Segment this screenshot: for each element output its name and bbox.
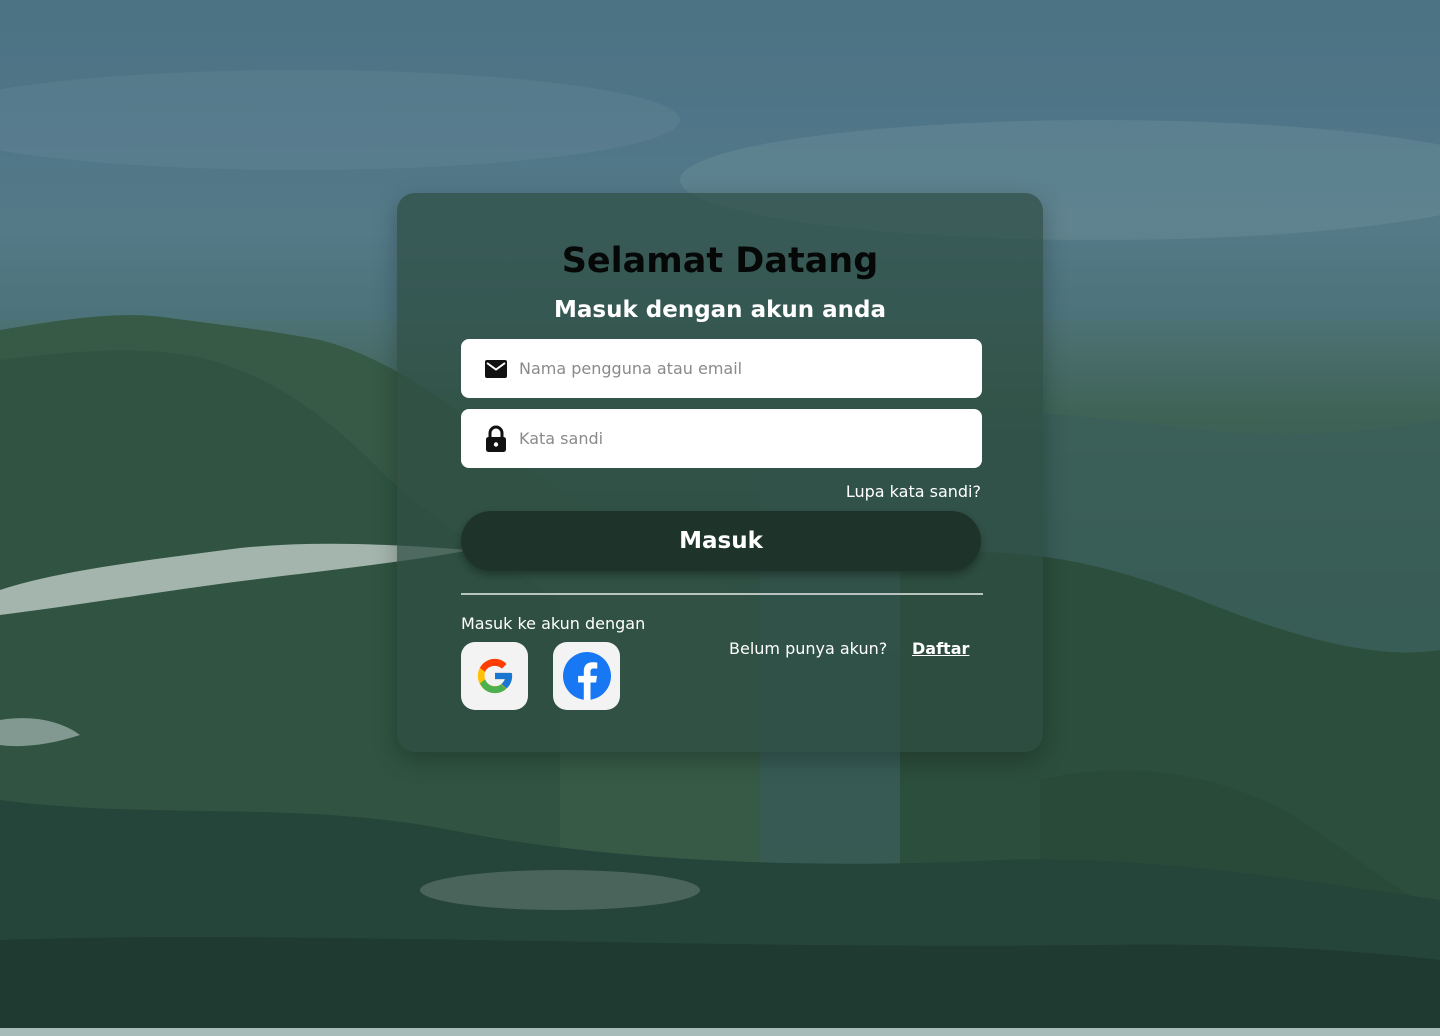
no-account-text: Belum punya akun? bbox=[729, 639, 888, 658]
mail-icon bbox=[485, 356, 507, 382]
forgot-password-link[interactable]: Lupa kata sandi? bbox=[846, 482, 981, 501]
facebook-icon bbox=[562, 652, 611, 700]
page-title: Selamat Datang bbox=[561, 241, 879, 281]
login-card: Selamat Datang Masuk dengan akun anda Lu… bbox=[397, 193, 1043, 752]
password-input[interactable] bbox=[517, 428, 951, 449]
divider bbox=[461, 593, 983, 595]
google-icon bbox=[477, 658, 512, 694]
lock-icon bbox=[485, 425, 507, 452]
email-input[interactable] bbox=[517, 358, 951, 379]
page-subtitle: Masuk dengan akun anda bbox=[553, 297, 887, 323]
password-field[interactable] bbox=[461, 409, 982, 468]
email-field[interactable] bbox=[461, 339, 982, 398]
facebook-login-button[interactable] bbox=[553, 642, 620, 710]
bottom-strip bbox=[0, 1028, 1440, 1036]
social-login-label: Masuk ke akun dengan bbox=[461, 614, 646, 633]
google-login-button[interactable] bbox=[461, 642, 528, 710]
register-link[interactable]: Daftar bbox=[912, 639, 969, 658]
login-button[interactable]: Masuk bbox=[461, 511, 981, 571]
